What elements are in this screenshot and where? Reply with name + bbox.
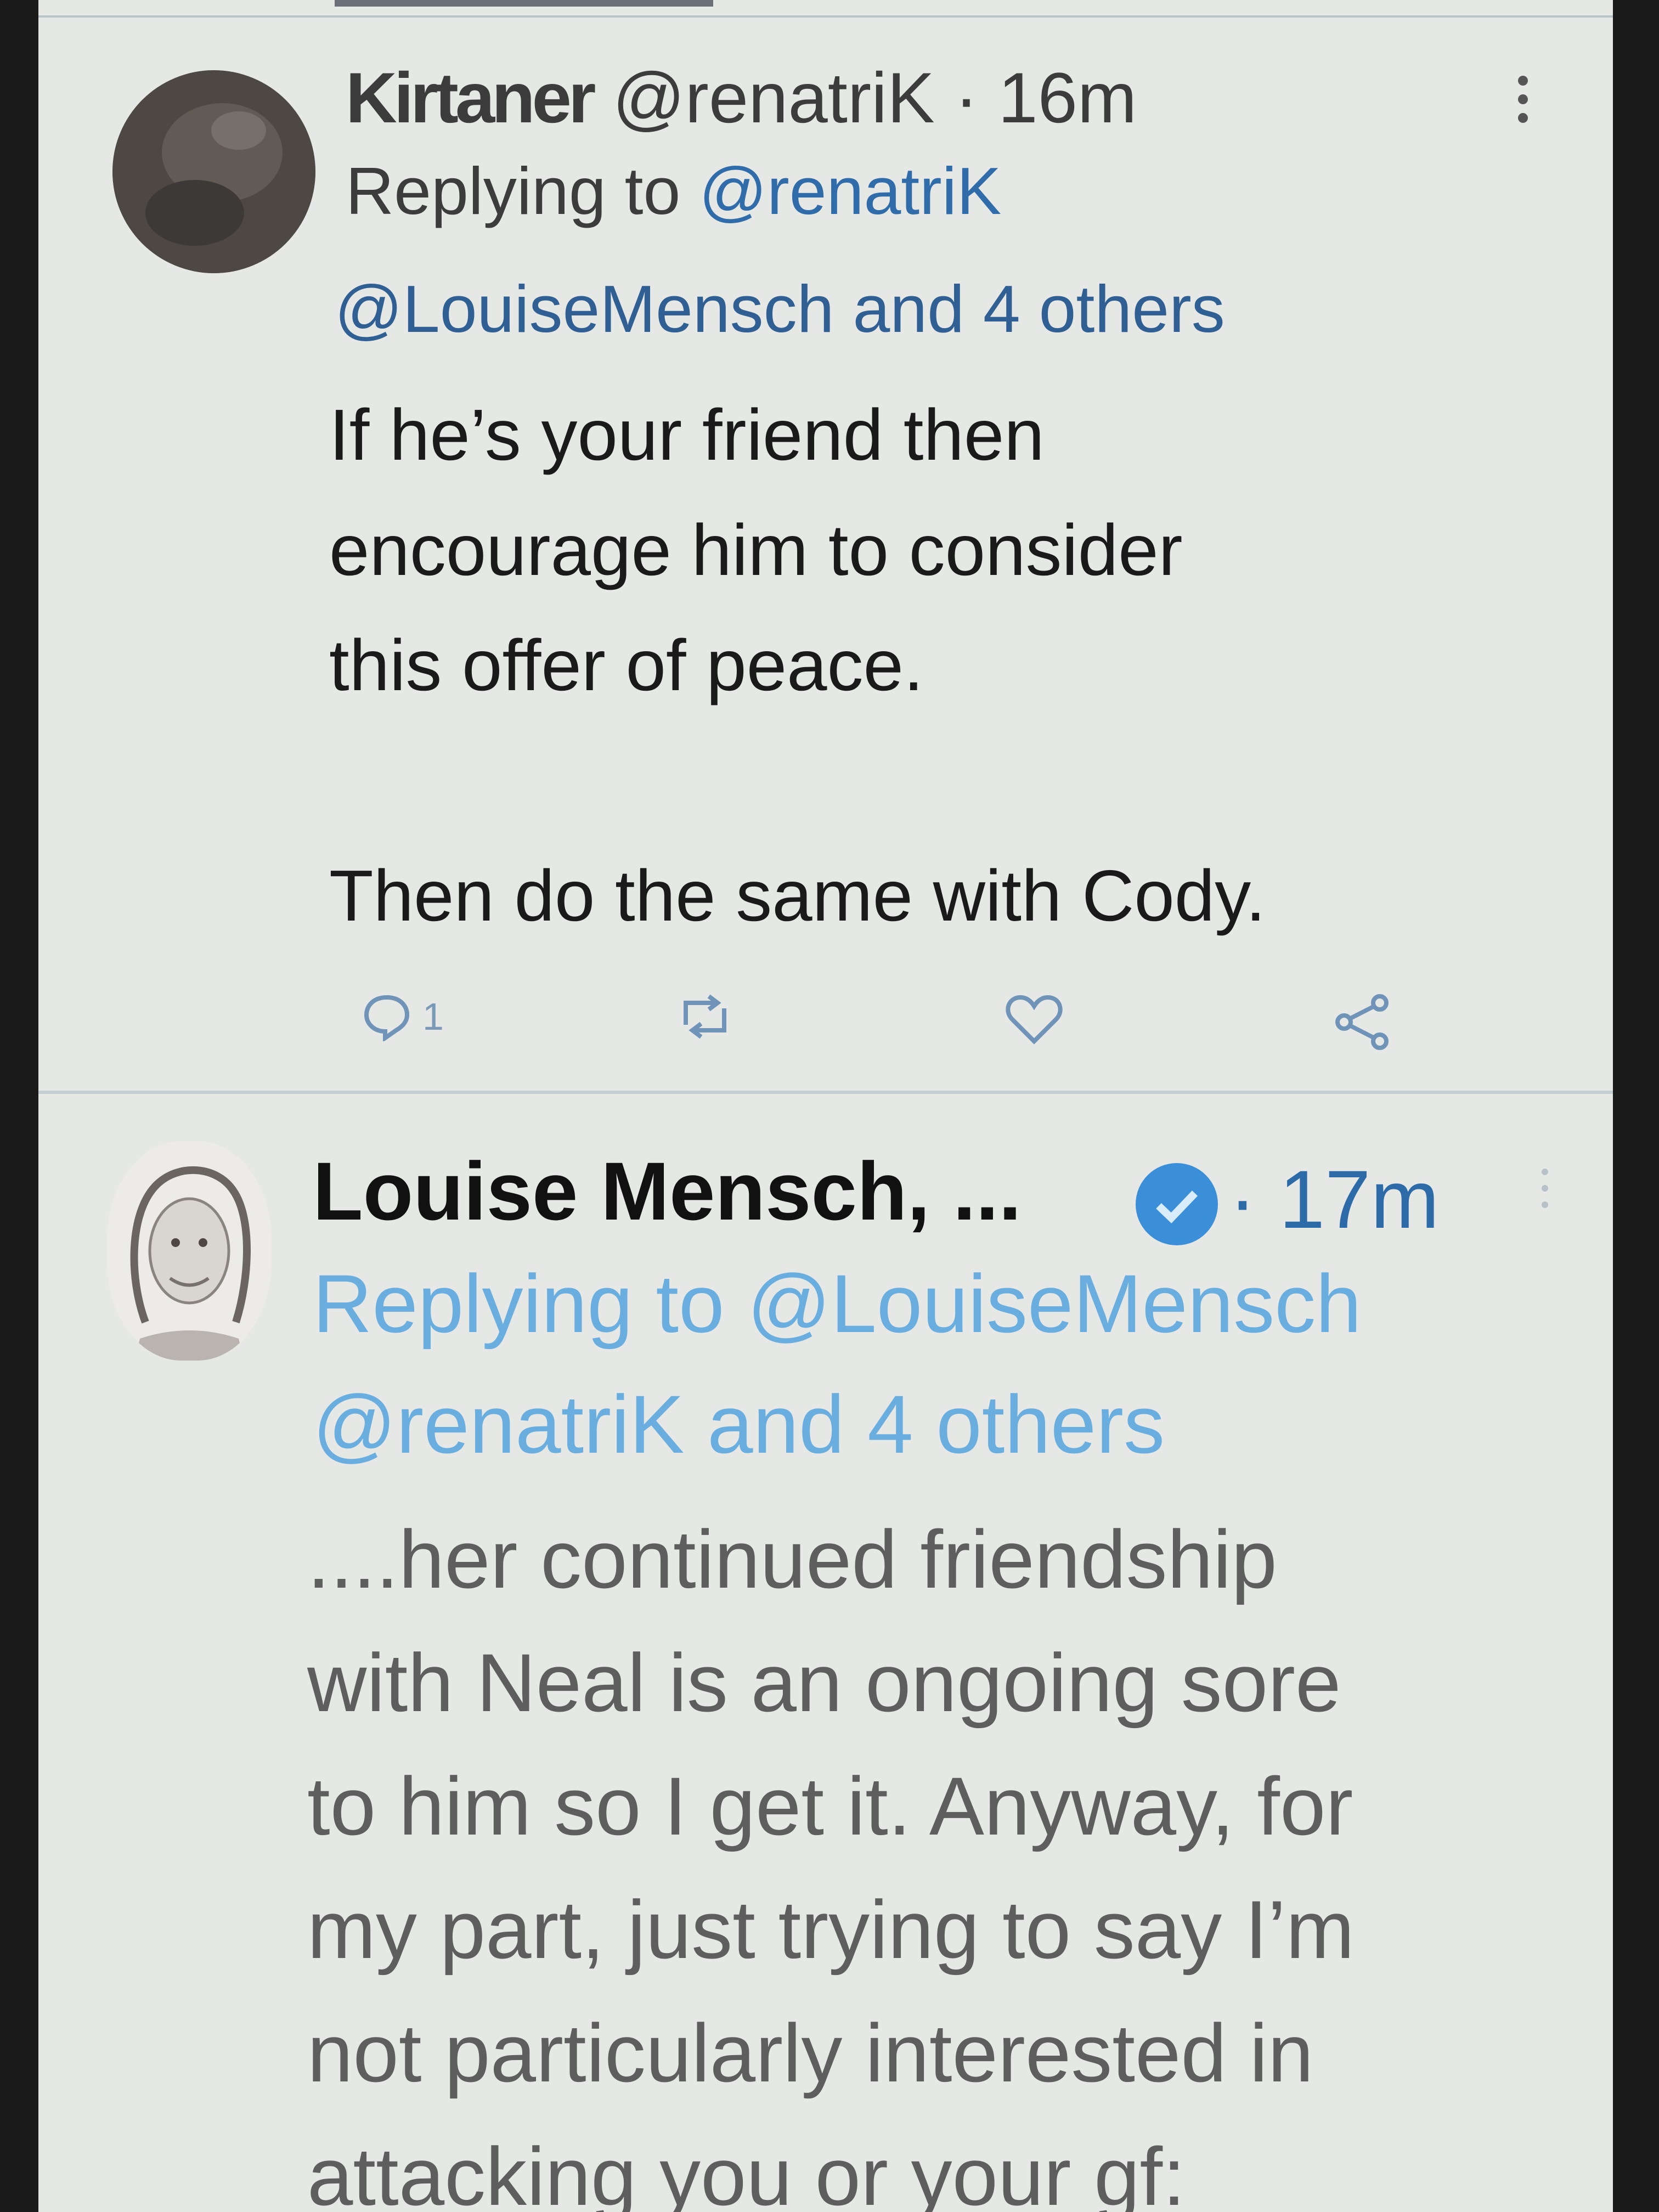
mention-link[interactable]: @LouiseMensch	[335, 272, 834, 346]
replying-prefix: Replying to	[346, 154, 699, 228]
tweet-body: If he’s your friend then encourage him t…	[329, 394, 1266, 936]
share-button[interactable]	[1333, 992, 1393, 1052]
mention-link[interactable]: @renatriK	[699, 154, 1001, 228]
replying-prefix: Replying to	[313, 1257, 748, 1350]
others-link[interactable]: and 4 others	[834, 272, 1224, 346]
author-handle[interactable]: @renatriK	[613, 58, 935, 138]
more-icon[interactable]	[1542, 1169, 1548, 1218]
reply-button[interactable]: 1	[362, 992, 444, 1041]
avatar-image-icon	[107, 1141, 272, 1361]
avatar-image-icon	[112, 70, 315, 273]
timestamp[interactable]: 17m	[1279, 1153, 1440, 1245]
replying-to-line: Replying to @renatriK	[346, 153, 1001, 229]
separator: ·	[1229, 1153, 1256, 1245]
author-name[interactable]: Kirtaner	[346, 58, 596, 138]
timeline-screen: Kirtaner @renatriK · 16m Replying to @re…	[38, 0, 1613, 2212]
tweet-body: ....her continued friendship with Neal i…	[307, 1513, 1355, 2212]
others-link[interactable]: and 4 others	[685, 1378, 1165, 1470]
retweet-button[interactable]	[675, 992, 735, 1041]
tweet-header: Kirtaner @renatriK · 16m	[346, 57, 1137, 139]
mention-link[interactable]: @renatriK	[313, 1378, 685, 1470]
like-button[interactable]	[1004, 992, 1064, 1047]
reply-icon	[364, 995, 410, 1041]
separator: ·	[954, 58, 979, 138]
replying-to-others[interactable]: @LouiseMensch and 4 others	[335, 270, 1225, 347]
retweet-icon	[684, 994, 726, 1039]
more-icon[interactable]	[1518, 76, 1528, 132]
tweet-louise-mensch[interactable]: Louise Mensch, ... · 17m Replying to @Lo…	[38, 1092, 1613, 2212]
avatar[interactable]	[107, 1141, 272, 1361]
reply-count: 1	[422, 995, 444, 1038]
replying-to-others[interactable]: @renatriK and 4 others	[313, 1377, 1165, 1472]
author-name[interactable]: Louise Mensch, ...	[313, 1145, 1022, 1237]
like-icon	[1006, 995, 1063, 1045]
verified-icon	[1136, 1163, 1218, 1245]
tweet-actions: 1	[318, 992, 1415, 1058]
replying-to-line: Replying to @LouiseMensch	[313, 1256, 1362, 1351]
tweet-kirtaner[interactable]: Kirtaner @renatriK · 16m Replying to @re…	[38, 15, 1613, 1094]
tweet-meta: · 17m	[1229, 1152, 1439, 1247]
timestamp[interactable]: 16m	[998, 58, 1137, 138]
tab-indicator	[335, 0, 713, 7]
mention-link[interactable]: @LouiseMensch	[747, 1257, 1362, 1350]
tweet-header: Louise Mensch, ...	[313, 1144, 1022, 1239]
avatar[interactable]	[112, 70, 315, 273]
share-icon	[1335, 994, 1389, 1050]
